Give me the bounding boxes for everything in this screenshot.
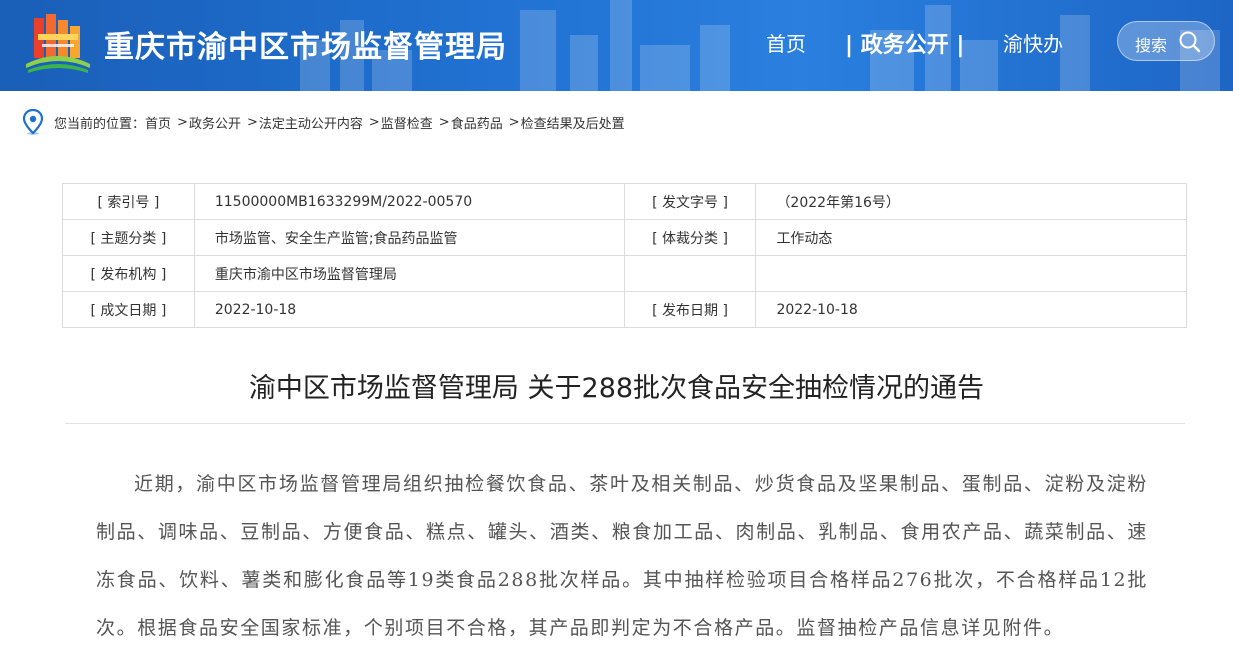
article-title: 渝中区市场监督管理局 关于288批次食品安全抽检情况的通告 bbox=[248, 373, 985, 404]
meta-value-topic: 市场监管、安全生产监管;食品药品监管 bbox=[193, 219, 625, 256]
breadcrumb-home[interactable]: 首页 bbox=[145, 113, 171, 132]
location-pin-icon bbox=[22, 109, 44, 135]
meta-label-genre: [ 体裁分类 ] bbox=[623, 219, 757, 256]
search-icon bbox=[1179, 31, 1201, 53]
breadcrumb-statutory-disclosure[interactable]: 法定主动公开内容 bbox=[259, 113, 363, 132]
meta-label-written-date: [ 成文日期 ] bbox=[62, 291, 195, 328]
meta-row: [ 成文日期 ] 2022-10-18 [ 发布日期 ] 2022-10-18 bbox=[62, 291, 1187, 328]
meta-label-publisher: [ 发布机构 ] bbox=[62, 255, 195, 292]
breadcrumb-prefix: 您当前的位置： bbox=[54, 116, 146, 132]
meta-label-doc-number: [ 发文字号 ] bbox=[623, 183, 757, 220]
breadcrumb-government-affairs[interactable]: 政务公开 bbox=[189, 113, 241, 132]
meta-value-publish-date: 2022-10-18 bbox=[755, 291, 1187, 328]
search-button[interactable]: 搜索 bbox=[1117, 21, 1215, 61]
meta-label-topic: [ 主题分类 ] bbox=[62, 219, 195, 256]
breadcrumb-separator: > bbox=[177, 114, 188, 130]
meta-value-genre: 工作动态 bbox=[755, 219, 1187, 256]
meta-label-index: [ 索引号 ] bbox=[62, 183, 195, 220]
meta-value-index: 11500000MB1633299M/2022-00570 bbox=[193, 183, 625, 220]
site-title[interactable]: 重庆市渝中区市场监督管理局 bbox=[104, 22, 507, 66]
meta-value-publisher: 重庆市渝中区市场监督管理局 bbox=[193, 255, 625, 292]
breadcrumb-separator: > bbox=[438, 114, 450, 130]
meta-value-doc-number: （2022年第16号） bbox=[755, 183, 1187, 220]
meta-label-empty bbox=[623, 255, 757, 292]
breadcrumb-supervision-inspection[interactable]: 监督检查 bbox=[381, 113, 433, 132]
nav-government-affairs[interactable]: | 政务公开 | bbox=[845, 27, 964, 59]
breadcrumb-inspection-results[interactable]: 检查结果及后处置 bbox=[521, 113, 625, 132]
breadcrumb: 您当前的位置： 首页 > 政务公开 > 法定主动公开内容 > 监督检查 > 食品… bbox=[22, 109, 625, 135]
breadcrumb-separator: > bbox=[246, 114, 258, 130]
search-label: 搜索 bbox=[1135, 36, 1168, 55]
meta-row: [ 索引号 ] 11500000MB1633299M/2022-00570 [ … bbox=[62, 183, 1187, 220]
article-body: 近期，渝中区市场监督管理局组织抽检餐饮食品、茶叶及相关制品、炒货食品及坚果制品、… bbox=[96, 473, 1148, 639]
breadcrumb-food-drug[interactable]: 食品药品 bbox=[451, 113, 503, 132]
nav-home[interactable]: 首页 bbox=[766, 28, 806, 57]
meta-value-empty bbox=[755, 255, 1187, 292]
breadcrumb-separator: > bbox=[508, 114, 520, 130]
site-logo[interactable] bbox=[24, 14, 92, 76]
nav-yukuaiban[interactable]: 渝快办 bbox=[1003, 28, 1063, 57]
title-divider bbox=[65, 423, 1185, 424]
document-meta-table: [ 索引号 ] 11500000MB1633299M/2022-00570 [ … bbox=[62, 183, 1187, 328]
meta-row: [ 发布机构 ] 重庆市渝中区市场监督管理局 bbox=[62, 255, 1187, 292]
breadcrumb-separator: > bbox=[368, 114, 380, 130]
meta-value-written-date: 2022-10-18 bbox=[193, 291, 625, 328]
meta-row: [ 主题分类 ] 市场监管、安全生产监管;食品药品监管 [ 体裁分类 ] 工作动… bbox=[62, 219, 1187, 256]
meta-label-publish-date: [ 发布日期 ] bbox=[623, 291, 757, 328]
site-header: 重庆市渝中区市场监督管理局 首页 | 政务公开 | 渝快办 搜索 bbox=[0, 0, 1233, 91]
